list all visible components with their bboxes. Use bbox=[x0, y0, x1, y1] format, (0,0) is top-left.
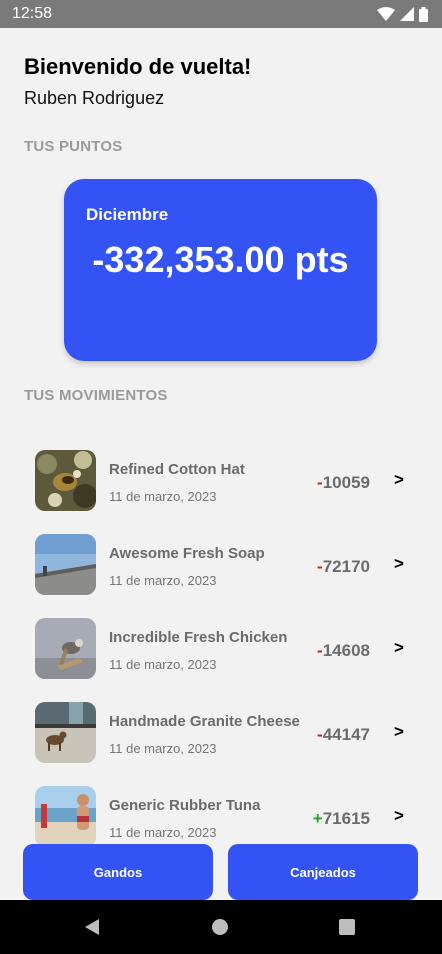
beach-runner-photo bbox=[35, 786, 96, 847]
status-time: 12:58 bbox=[12, 5, 53, 22]
chevron-right-icon[interactable]: > bbox=[394, 638, 404, 658]
welcome-title: Bienvenido de vuelta! bbox=[24, 54, 252, 79]
points-section-label: TUS PUNTOS bbox=[24, 138, 123, 155]
dog-street-photo bbox=[35, 702, 96, 763]
movement-title: Generic Rubber Tuna bbox=[109, 797, 261, 814]
chevron-right-icon[interactable]: > bbox=[394, 554, 404, 574]
movement-amount: -10059 bbox=[317, 473, 370, 493]
status-bar: 12:58 bbox=[0, 0, 442, 28]
movement-date: 11 de marzo, 2023 bbox=[109, 741, 217, 756]
movement-item[interactable]: Refined Cotton Hat 11 de marzo, 2023 -10… bbox=[0, 440, 442, 524]
chevron-right-icon[interactable]: > bbox=[394, 470, 404, 490]
amount-value: 72170 bbox=[322, 557, 370, 576]
battery-icon bbox=[419, 6, 428, 22]
amount-value: 71615 bbox=[322, 809, 370, 828]
wifi-icon bbox=[377, 7, 395, 21]
movement-item[interactable]: Awesome Fresh Soap 11 de marzo, 2023 -72… bbox=[0, 524, 442, 608]
redeemed-button[interactable]: Canjeados bbox=[228, 844, 418, 900]
movement-item[interactable]: Incredible Fresh Chicken 11 de marzo, 20… bbox=[0, 608, 442, 692]
status-icons bbox=[377, 6, 428, 22]
movements-section-label: TUS MOVIMIENTOS bbox=[24, 387, 168, 404]
user-name: Ruben Rodriguez bbox=[24, 88, 165, 108]
nav-recent-icon[interactable] bbox=[339, 919, 355, 935]
earned-button[interactable]: Gandos bbox=[23, 844, 213, 900]
movement-date: 11 de marzo, 2023 bbox=[109, 657, 217, 672]
movement-item[interactable]: Handmade Granite Cheese 11 de marzo, 202… bbox=[0, 692, 442, 776]
bee-flower-photo bbox=[35, 450, 96, 511]
amount-sign: + bbox=[312, 809, 323, 828]
movement-amount: -72170 bbox=[317, 557, 370, 577]
signal-icon bbox=[400, 7, 414, 21]
main-content[interactable]: Bienvenido de vuelta! Ruben Rodriguez TU… bbox=[0, 28, 442, 900]
movement-date: 11 de marzo, 2023 bbox=[109, 489, 217, 504]
movement-amount: +71615 bbox=[313, 809, 370, 829]
chevron-right-icon[interactable]: > bbox=[394, 806, 404, 826]
movements-list[interactable]: Refined Cotton Hat 11 de marzo, 2023 -10… bbox=[0, 440, 442, 860]
movement-title: Handmade Granite Cheese bbox=[109, 713, 300, 730]
points-card: Diciembre -332,353.00 pts bbox=[64, 179, 377, 361]
bottom-buttons: Gandos Canjeados bbox=[0, 844, 442, 900]
movement-title: Refined Cotton Hat bbox=[109, 461, 245, 478]
system-nav-bar bbox=[0, 900, 442, 954]
movement-title: Awesome Fresh Soap bbox=[109, 545, 265, 562]
amount-value: 10059 bbox=[322, 473, 370, 492]
nav-back-icon[interactable] bbox=[85, 919, 99, 935]
bird-perch-photo bbox=[35, 618, 96, 679]
nav-home-icon[interactable] bbox=[212, 919, 228, 935]
movement-date: 11 de marzo, 2023 bbox=[109, 573, 217, 588]
sky-wall-photo bbox=[35, 534, 96, 595]
movement-title: Incredible Fresh Chicken bbox=[109, 629, 288, 646]
points-month: Diciembre bbox=[86, 205, 169, 224]
chevron-right-icon[interactable]: > bbox=[394, 722, 404, 742]
movement-amount: -44147 bbox=[317, 725, 370, 745]
movement-date: 11 de marzo, 2023 bbox=[109, 825, 217, 840]
points-total: -332,353.00 pts bbox=[92, 239, 349, 280]
movement-amount: -14608 bbox=[317, 641, 370, 661]
amount-value: 44147 bbox=[322, 725, 370, 744]
amount-value: 14608 bbox=[322, 641, 370, 660]
